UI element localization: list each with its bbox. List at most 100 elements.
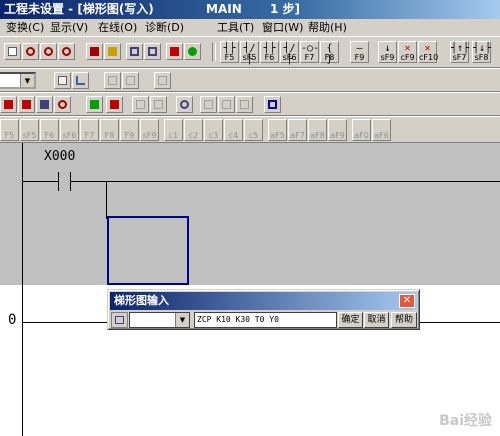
menu-convert[interactable]: 变换(C)	[6, 19, 44, 36]
ladder-contact-nc-button[interactable]: ┤/├ sF5	[240, 41, 259, 65]
menu-online[interactable]: 在线(O)	[98, 19, 137, 36]
replace-button[interactable]	[58, 43, 75, 60]
fkey-button[interactable]: F9	[120, 119, 139, 141]
monitor-write-button[interactable]	[144, 43, 161, 60]
ladder-delete-vline-button[interactable]: ✕ cF10	[418, 41, 438, 63]
search-icon	[180, 100, 189, 109]
fkey-button[interactable]: aF7	[288, 119, 307, 141]
insert-row-button[interactable]	[200, 96, 217, 113]
help-button[interactable]: 帮助	[391, 312, 417, 328]
fkey-label: c5	[248, 131, 259, 140]
copy-button[interactable]	[132, 96, 149, 113]
fkey-button[interactable]: aF0	[352, 119, 371, 141]
fkey-button[interactable]: aF9	[328, 119, 347, 141]
fkey-label: aF0	[354, 131, 369, 140]
ladder-canvas[interactable]: X000	[0, 143, 500, 285]
menu-window[interactable]: 窗口(W)	[262, 19, 303, 36]
step-count: 1 步]	[270, 2, 301, 16]
open-file-button[interactable]	[54, 72, 71, 89]
find-button[interactable]	[40, 43, 57, 60]
window-title: 工程未设置 - [梯形图(写入)	[4, 2, 154, 16]
menu-bar: 变换(C) 显示(V) 在线(O) 诊断(D) 工具(T) 窗口(W) 帮助(H…	[0, 19, 500, 36]
fkey-button[interactable]: c5	[244, 119, 263, 141]
transfer-icon	[90, 100, 99, 109]
ladder-instruction-button[interactable]: { } F8	[320, 41, 339, 65]
rung-line-right	[70, 181, 500, 182]
ladder-vline-button[interactable]: ↓ sF9	[378, 41, 397, 63]
fkey-button[interactable]: c1	[164, 119, 183, 141]
instruction-input[interactable]: ZCP K10 K30 T0 Y0	[194, 312, 337, 328]
zoom-button[interactable]	[22, 43, 39, 60]
comment-view-button[interactable]	[54, 96, 71, 113]
cancel-button[interactable]: 取消	[364, 312, 389, 328]
check-button[interactable]	[104, 72, 121, 89]
chevron-down-icon: ▼	[20, 74, 34, 87]
dialog-title: 梯形图输入	[114, 294, 169, 307]
fkey-button[interactable]: aF5	[268, 119, 287, 141]
delete-row-button[interactable]	[218, 96, 235, 113]
sfc-view-button[interactable]	[36, 96, 53, 113]
menu-diagnose[interactable]: 诊断(D)	[145, 19, 184, 36]
tree-button[interactable]	[72, 72, 89, 89]
read-plc-button[interactable]	[166, 43, 183, 60]
fkey-button[interactable]: sF6	[60, 119, 79, 141]
fkey-label: sF9	[142, 131, 157, 140]
paste-icon	[154, 100, 163, 109]
close-icon[interactable]: ✕	[399, 294, 415, 308]
search-button[interactable]	[176, 96, 193, 113]
fkey-label: sF5	[22, 131, 37, 140]
ladder-parallel-no-button[interactable]: ┤├ F6	[260, 41, 279, 63]
transfer-button[interactable]	[86, 96, 103, 113]
menu-help[interactable]: 帮助(H)	[308, 19, 347, 36]
ladder-contact-no-button[interactable]: ┤├ F5	[220, 41, 239, 63]
ladder-parallel-nc-button[interactable]: ┤/├ sF6	[280, 41, 299, 65]
convert-button[interactable]	[122, 72, 139, 89]
paste-button[interactable]	[150, 96, 167, 113]
ladder-rising-edge-button[interactable]: ┤↑├ sF7	[450, 41, 469, 63]
monitor-button[interactable]	[126, 43, 143, 60]
ladder-coil-button[interactable]: -○- F7	[300, 41, 319, 63]
ladder-view-button[interactable]	[0, 96, 17, 113]
instruction-type-select[interactable]: ▼	[129, 312, 190, 328]
program-select[interactable]: ▼	[0, 72, 36, 89]
fkey-label: c3	[208, 131, 219, 140]
instruction-type-icon[interactable]	[111, 312, 128, 328]
find-icon	[44, 47, 53, 56]
fkey-button[interactable]: c3	[204, 119, 223, 141]
sfc-icon	[40, 100, 49, 109]
fkey-button[interactable]: aF8	[308, 119, 327, 141]
ladder-hline-button[interactable]: — F9	[350, 41, 369, 63]
insert-col-icon	[240, 100, 249, 109]
comment-button[interactable]	[104, 43, 121, 60]
fkey-button[interactable]: aF6	[372, 119, 391, 141]
magnifier-icon	[26, 47, 35, 56]
fkey-button[interactable]: F5	[0, 119, 19, 141]
insert-col-button[interactable]	[236, 96, 253, 113]
fkey-button[interactable]: sF5	[20, 119, 39, 141]
left-bus-bar-lower	[22, 285, 23, 436]
ladder-delete-hline-button[interactable]: ✕ cF9	[398, 41, 417, 63]
fkey-button[interactable]: c2	[184, 119, 203, 141]
write-plc-button[interactable]	[184, 43, 201, 60]
menu-view[interactable]: 显示(V)	[50, 19, 88, 36]
edit-cursor[interactable]	[107, 216, 189, 285]
fkey-label: aF5	[270, 131, 285, 140]
fkey-button[interactable]: c4	[224, 119, 243, 141]
fkey-button[interactable]: F6	[40, 119, 59, 141]
left-bus-bar	[22, 143, 23, 285]
menu-tools[interactable]: 工具(T)	[217, 19, 254, 36]
fkey-button[interactable]: F7	[80, 119, 99, 141]
device-button[interactable]	[86, 43, 103, 60]
step-button[interactable]	[106, 96, 123, 113]
ladder-input-dialog: 梯形图输入 ✕ ▼ ZCP K10 K30 T0 Y0 确定 取消 帮助	[107, 289, 420, 330]
fkey-button[interactable]: sF9	[140, 119, 159, 141]
list-button[interactable]	[154, 72, 171, 89]
fkey-label: aF6	[374, 131, 389, 140]
fkey-label: c1	[168, 131, 179, 140]
fkey-button[interactable]: F8	[100, 119, 119, 141]
new-project-button[interactable]	[4, 43, 21, 60]
ladder-falling-edge-button[interactable]: ┤↓├ sF8	[472, 41, 491, 63]
list-view-button[interactable]	[18, 96, 35, 113]
window-button[interactable]	[264, 96, 281, 113]
ok-button[interactable]: 确定	[338, 312, 363, 328]
